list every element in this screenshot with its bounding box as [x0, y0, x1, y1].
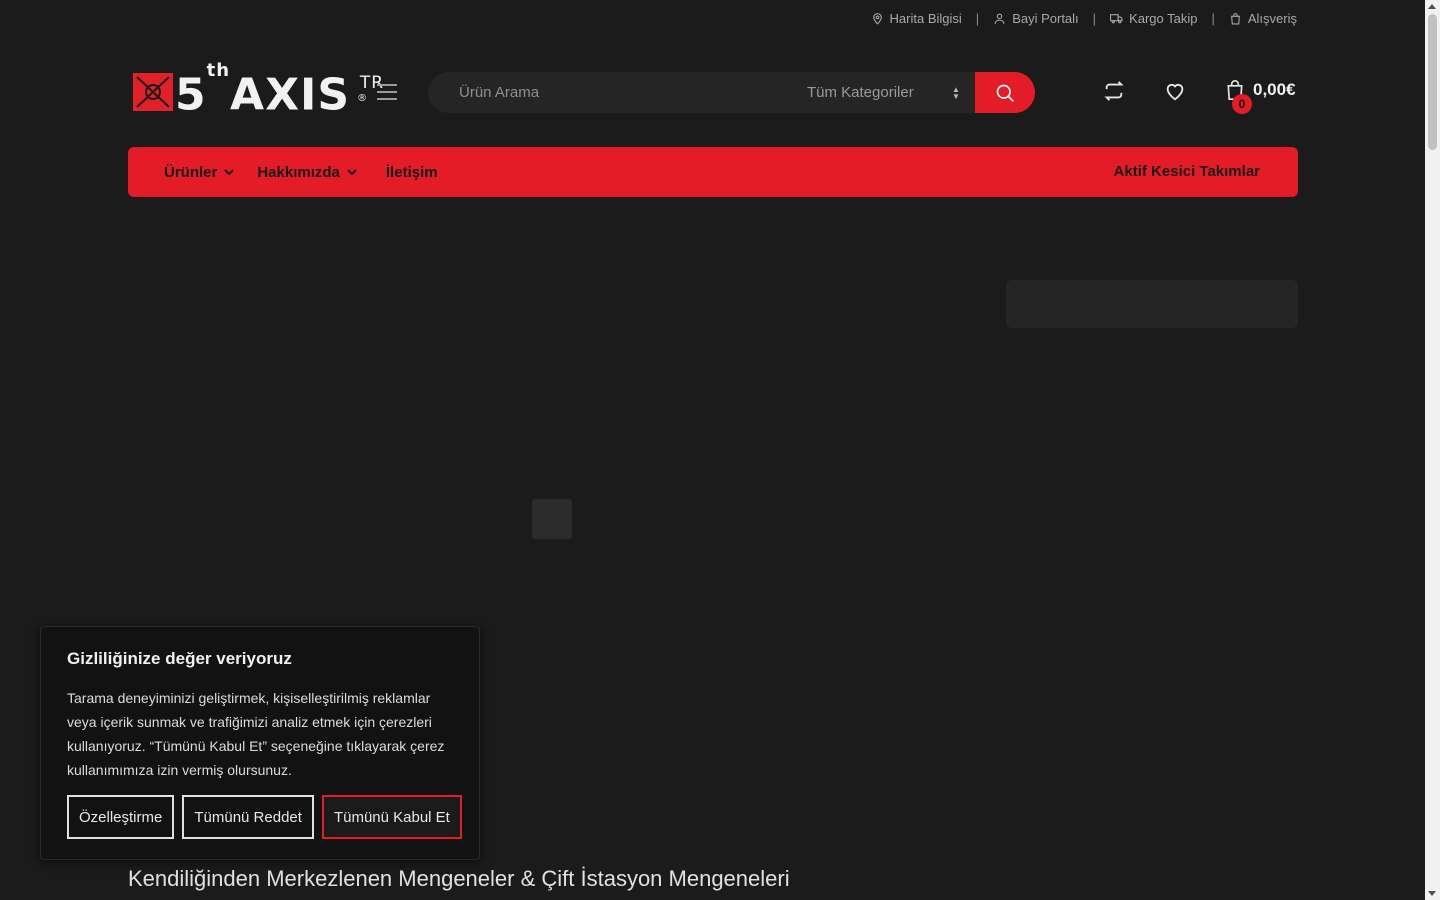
- cookie-actions: Özelleştirme Tümünü Reddet Tümünü Kabul …: [67, 795, 462, 839]
- search-icon: [996, 84, 1014, 102]
- cookie-text: Tarama deneyiminizi geliştirmek, kişisel…: [67, 690, 445, 778]
- select-arrows-icon: ▲ ▼: [952, 85, 960, 101]
- compare-icon[interactable]: [1103, 80, 1125, 102]
- nav-item-active-cutting-tools[interactable]: Aktif Kesici Takımlar: [1114, 163, 1260, 180]
- toplink-cargo-tracking[interactable]: Kargo Takip: [1110, 11, 1197, 26]
- toplink-map-info[interactable]: Harita Bilgisi: [871, 11, 962, 26]
- scroll-thumb[interactable]: [1428, 14, 1437, 150]
- scroll-up-icon[interactable]: [1428, 4, 1436, 9]
- nav-item-label: Aktif Kesici Takımlar: [1113, 163, 1260, 180]
- wishlist-heart-icon[interactable]: [1164, 80, 1186, 102]
- logo-mark-icon: [133, 73, 173, 111]
- main-nav: Ürünler Hakkımızda İletişim Aktif Kesici…: [128, 147, 1298, 197]
- cart-total: 0,00€: [1253, 80, 1296, 99]
- top-bar: Harita Bilgisi | Bayi Portalı | Kargo Ta…: [0, 0, 1425, 38]
- map-pin-icon: [872, 13, 882, 25]
- search-input[interactable]: [428, 72, 788, 113]
- toplink-label: Kargo Takip: [1129, 11, 1198, 26]
- chevron-down-icon: [347, 169, 357, 176]
- divider: |: [1092, 11, 1097, 26]
- user-icon: [994, 13, 1005, 24]
- sidebar-placeholder: [1006, 280, 1298, 328]
- customize-button[interactable]: Özelleştirme: [67, 795, 175, 839]
- shopping-bag-icon: [1231, 13, 1240, 25]
- site-logo[interactable]: 5thAXIS TR ®: [133, 59, 385, 121]
- nav-item-label: Hakkımızda: [257, 163, 340, 181]
- nav-item-products[interactable]: Ürünler: [164, 164, 235, 181]
- cart-count-badge: 0: [1232, 94, 1252, 114]
- category-select-value: Tüm Kategoriler: [807, 84, 914, 101]
- divider: |: [1211, 11, 1215, 26]
- cookie-consent-dialog: Gizliliğinize değer veriyoruz Tarama den…: [40, 626, 480, 860]
- toplink-label: Harita Bilgisi: [889, 11, 962, 26]
- nav-item-label: Ürünler: [164, 163, 218, 181]
- menu-toggle-icon[interactable]: [377, 84, 397, 100]
- cart-button[interactable]: 0 0,00€: [1225, 78, 1296, 114]
- image-loader: [532, 499, 572, 539]
- page-scrollbar[interactable]: [1425, 0, 1440, 900]
- divider: |: [975, 11, 980, 26]
- scroll-down-icon[interactable]: [1428, 891, 1436, 896]
- page-title: Kendiliğinden Merkezlenen Mengeneler & Ç…: [128, 866, 790, 891]
- nav-item-contact[interactable]: İletişim: [386, 164, 438, 181]
- top-links: Harita Bilgisi | Bayi Portalı | Kargo Ta…: [871, 11, 1297, 26]
- toplink-shopping[interactable]: Alışveriş: [1229, 11, 1297, 26]
- accept-all-button[interactable]: Tümünü Kabul Et: [321, 795, 462, 839]
- logo-wordmark: 5thAXIS TR ®: [175, 59, 385, 121]
- category-select[interactable]: Tüm Kategoriler ▲ ▼: [807, 72, 967, 113]
- toplink-label: Alışveriş: [1247, 11, 1297, 26]
- nav-item-about[interactable]: Hakkımızda: [257, 164, 358, 181]
- reject-all-button[interactable]: Tümünü Reddet: [182, 795, 314, 839]
- search-button[interactable]: [975, 72, 1035, 113]
- cookie-title: Gizliliğinize değer veriyoruz: [67, 649, 292, 668]
- toplink-label: Bayi Portalı: [1012, 11, 1079, 26]
- search-bar: Tüm Kategoriler ▲▼: [428, 72, 1035, 113]
- nav-item-label: İletişim: [385, 163, 438, 181]
- chevron-down-icon: [224, 169, 235, 176]
- toplink-dealer-portal[interactable]: Bayi Portalı: [993, 11, 1079, 26]
- truck-icon: [1110, 14, 1123, 24]
